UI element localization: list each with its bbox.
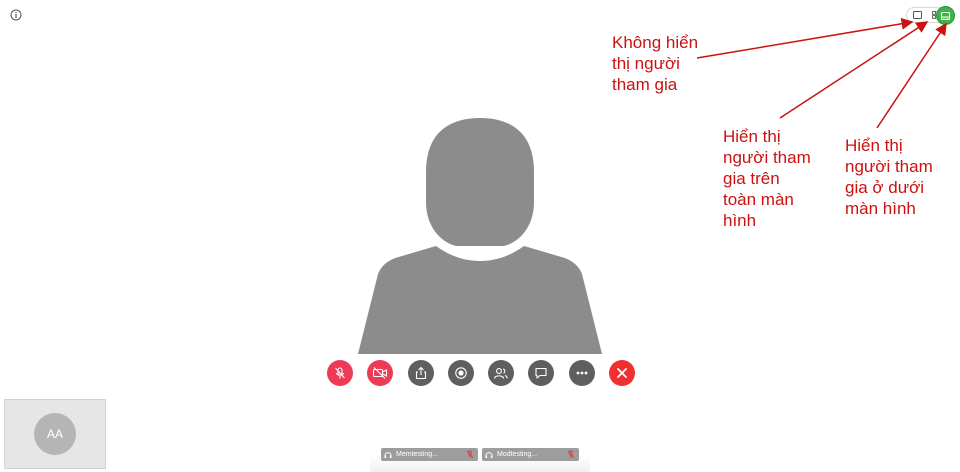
annotation-line: Hiển thị [845, 136, 903, 155]
more-options-button[interactable] [569, 360, 595, 386]
participant-tile[interactable]: Memtesting... [381, 448, 478, 461]
annotation-line: toàn màn [723, 190, 794, 209]
annotation-line: gia trên [723, 169, 780, 188]
camera-off-icon [372, 367, 388, 379]
participant-name: Modtesting... [497, 451, 538, 458]
arrow-grid [779, 21, 929, 119]
annotation-line: người tham [723, 148, 811, 167]
headset-icon [485, 451, 493, 458]
annotation-hide-participants: Không hiển thị người tham gia [612, 32, 698, 95]
headset-icon [384, 451, 392, 458]
participants-icon [493, 368, 508, 379]
arrow-hide-participants [696, 17, 914, 59]
microphone-off-icon [567, 450, 575, 459]
microphone-off-icon [466, 450, 474, 459]
camera-toggle-button[interactable] [367, 360, 393, 386]
annotation-line: Không hiển [612, 33, 699, 52]
layout-bottom-strip-button[interactable] [937, 7, 954, 24]
annotation-line: tham gia [612, 75, 678, 94]
annotation-line: thị người [612, 54, 680, 73]
more-icon [576, 371, 588, 375]
layout-switch [906, 7, 954, 24]
record-icon [455, 367, 467, 379]
annotation-line: hình [723, 211, 757, 230]
self-view-tile[interactable]: AA [4, 399, 106, 469]
microphone-off-icon [335, 367, 345, 379]
filmstrip-bottom-icon [941, 11, 950, 20]
end-call-button[interactable] [609, 360, 635, 386]
annotation-grid-view: Hiển thị người tham gia trên toàn màn hì… [723, 126, 811, 231]
chat-icon [535, 367, 547, 379]
layout-hide-participants-button[interactable] [910, 8, 924, 22]
annotation-line: gia ở dưới [845, 178, 925, 197]
info-icon[interactable] [10, 9, 22, 21]
share-screen-button[interactable] [408, 360, 434, 386]
annotation-bottom-strip: Hiển thị người tham gia ở dưới màn hình [845, 135, 933, 219]
end-call-icon [617, 368, 627, 378]
participant-tile[interactable]: Modtesting... [482, 448, 579, 461]
mute-mic-button[interactable] [327, 360, 353, 386]
share-icon [415, 366, 427, 380]
call-controls [0, 360, 960, 386]
self-avatar: AA [34, 413, 76, 455]
record-button[interactable] [448, 360, 474, 386]
arrow-bottom-strip [876, 22, 947, 129]
participant-name: Memtesting... [396, 451, 439, 458]
participant-avatar-placeholder [358, 118, 602, 354]
annotation-line: Hiển thị [723, 127, 781, 146]
annotation-line: màn hình [845, 199, 916, 218]
chat-button[interactable] [528, 360, 554, 386]
participants-button[interactable] [488, 360, 514, 386]
annotation-line: người tham [845, 157, 933, 176]
single-window-icon [912, 11, 922, 19]
